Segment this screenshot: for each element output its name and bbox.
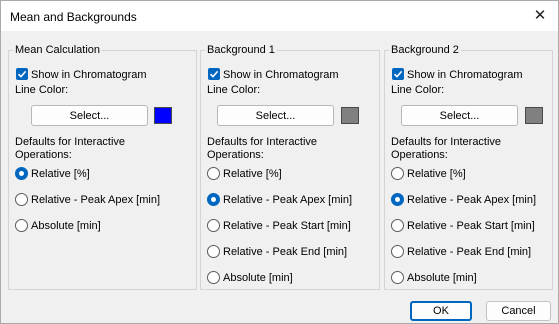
group-title: Background 2	[389, 43, 461, 57]
defaults-label-line2: Operations:	[391, 149, 448, 161]
defaults-label-line1: Defaults for Interactive	[391, 136, 502, 148]
radio-icon	[207, 167, 220, 180]
radio-label: Relative - Peak End [min]	[407, 246, 532, 258]
select-color-button[interactable]: Select...	[31, 105, 148, 126]
radio-label: Absolute [min]	[407, 272, 477, 284]
line-color-label: Line Color:	[15, 84, 69, 96]
radio-icon	[391, 245, 404, 258]
defaults-label-line2: Operations:	[15, 149, 72, 161]
close-icon[interactable]: ✕	[530, 6, 550, 26]
radio-icon	[15, 167, 28, 180]
radio-label: Relative - Peak Apex [min]	[223, 194, 353, 206]
radio-relative-peak-apex[interactable]: Relative - Peak Apex [min]	[15, 193, 160, 207]
radio-label: Relative - Peak Apex [min]	[31, 194, 161, 206]
cancel-button[interactable]: Cancel	[486, 301, 551, 321]
defaults-label-line2: Operations:	[207, 149, 264, 161]
radio-absolute[interactable]: Absolute [min]	[15, 219, 101, 233]
group-background-2: Background 2 Show in Chromatogram Line C…	[384, 43, 553, 290]
dialog-title: Mean and Backgrounds	[10, 10, 137, 24]
radio-absolute[interactable]: Absolute [min]	[391, 271, 477, 285]
radio-relative-peak-end[interactable]: Relative - Peak End [min]	[207, 245, 347, 259]
radio-icon	[15, 219, 28, 232]
radio-icon	[391, 219, 404, 232]
radio-label: Absolute [min]	[31, 220, 101, 232]
ok-button[interactable]: OK	[410, 301, 472, 321]
radio-label: Relative - Peak End [min]	[223, 246, 348, 258]
group-title: Mean Calculation	[13, 43, 102, 57]
radio-relative-peak-apex[interactable]: Relative - Peak Apex [min]	[391, 193, 536, 207]
radio-relative-peak-start[interactable]: Relative - Peak Start [min]	[207, 219, 351, 233]
radio-absolute[interactable]: Absolute [min]	[207, 271, 293, 285]
radio-label: Absolute [min]	[223, 272, 293, 284]
show-in-chromatogram-checkbox[interactable]: Show in Chromatogram	[16, 68, 147, 82]
radio-icon	[15, 193, 28, 206]
radio-label: Relative [%]	[31, 168, 90, 180]
radio-label: Relative - Peak Start [min]	[407, 220, 535, 232]
radio-icon	[391, 271, 404, 284]
show-in-chromatogram-checkbox[interactable]: Show in Chromatogram	[392, 68, 523, 82]
defaults-label-line1: Defaults for Interactive	[15, 136, 126, 148]
radio-relative-peak-end[interactable]: Relative - Peak End [min]	[391, 245, 531, 259]
radio-icon	[391, 167, 404, 180]
radio-label: Relative - Peak Apex [min]	[407, 194, 537, 206]
dialog: Mean and Backgrounds ✕ Mean Calculation …	[0, 0, 559, 324]
select-color-button[interactable]: Select...	[217, 105, 334, 126]
checkbox-label: Show in Chromatogram	[407, 69, 523, 81]
checkbox-checked-icon	[208, 68, 220, 80]
checkbox-label: Show in Chromatogram	[223, 69, 339, 81]
color-swatch[interactable]	[154, 107, 172, 124]
line-color-label: Line Color:	[207, 84, 261, 96]
radio-icon	[207, 245, 220, 258]
radio-icon	[207, 193, 220, 206]
color-swatch[interactable]	[525, 107, 543, 124]
radio-relative[interactable]: Relative [%]	[207, 167, 282, 181]
radio-relative-peak-apex[interactable]: Relative - Peak Apex [min]	[207, 193, 352, 207]
title-bar: Mean and Backgrounds ✕	[1, 1, 558, 31]
defaults-label-line1: Defaults for Interactive	[207, 136, 318, 148]
checkbox-checked-icon	[392, 68, 404, 80]
line-color-label: Line Color:	[391, 84, 445, 96]
radio-relative-peak-start[interactable]: Relative - Peak Start [min]	[391, 219, 535, 233]
radio-relative[interactable]: Relative [%]	[391, 167, 466, 181]
show-in-chromatogram-checkbox[interactable]: Show in Chromatogram	[208, 68, 339, 82]
color-swatch[interactable]	[341, 107, 359, 124]
select-color-button[interactable]: Select...	[401, 105, 518, 126]
radio-label: Relative [%]	[407, 168, 466, 180]
radio-label: Relative - Peak Start [min]	[223, 220, 351, 232]
group-background-1: Background 1 Show in Chromatogram Line C…	[200, 43, 380, 290]
group-mean-calculation: Mean Calculation Show in Chromatogram Li…	[8, 43, 197, 290]
radio-label: Relative [%]	[223, 168, 282, 180]
radio-icon	[207, 219, 220, 232]
group-title: Background 1	[205, 43, 277, 57]
checkbox-checked-icon	[16, 68, 28, 80]
radio-icon	[207, 271, 220, 284]
radio-relative[interactable]: Relative [%]	[15, 167, 90, 181]
radio-icon	[391, 193, 404, 206]
checkbox-label: Show in Chromatogram	[31, 69, 147, 81]
